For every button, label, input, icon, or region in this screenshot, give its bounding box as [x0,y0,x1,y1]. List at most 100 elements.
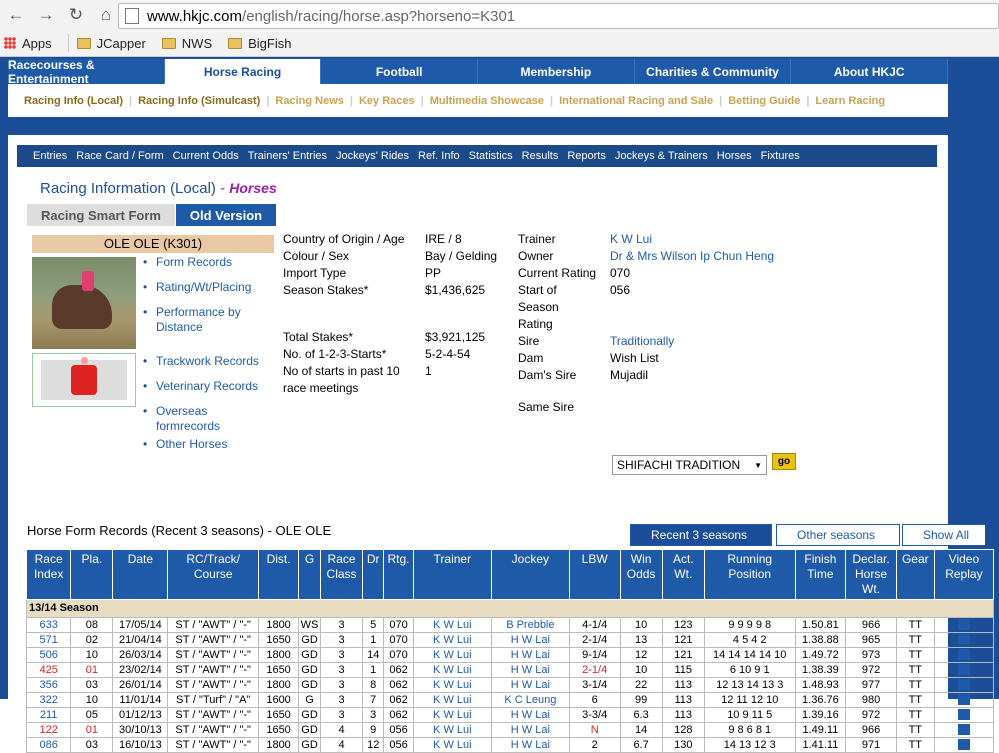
menu-current-odds[interactable]: Current Odds [173,150,239,162]
tab-other-seasons[interactable]: Other seasons [776,524,900,546]
topnav-racecourses[interactable]: Racecourses & Entertainment [8,58,165,86]
subnav-key-races[interactable]: Key Races [353,95,421,107]
table-cell[interactable] [933,692,995,708]
bookmark-nws[interactable]: NWS [161,36,212,51]
bookmark-apps[interactable]: Apps [4,36,52,51]
link-trackwork-records[interactable]: Trackwork Records [143,354,278,369]
menu-reports[interactable]: Reports [567,150,606,162]
subnav-racing-news[interactable]: Racing News [269,95,349,107]
table-cell[interactable]: K W Lui [412,707,492,723]
link-form-records[interactable]: Form Records [143,255,278,270]
menu-results[interactable]: Results [522,150,559,162]
table-cell[interactable]: B Prebble [490,617,570,633]
video-replay-icon[interactable] [957,664,970,676]
table-cell[interactable]: K W Lui [412,662,492,678]
reload-icon[interactable]: ↻ [66,5,86,25]
topnav-about[interactable]: About HKJC [791,59,949,84]
video-replay-icon[interactable] [957,724,970,736]
bookmark-jcapper[interactable]: JCapper [76,36,146,51]
old-version-button[interactable]: Old Version [176,204,276,226]
subnav-international[interactable]: International Racing and Sale [553,95,719,107]
table-cell[interactable]: H W Lai [490,722,570,738]
table-cell[interactable] [933,617,995,633]
owner-link[interactable]: Dr & Mrs Wilson Ip Chun Heng [610,248,774,265]
table-cell[interactable]: H W Lai [490,662,570,678]
link-other-horses[interactable]: Other Horses [143,437,278,452]
video-replay-icon[interactable] [957,694,970,706]
table-cell[interactable] [933,677,995,693]
address-bar[interactable]: www.hkjc.com/english/racing/horse.asp?ho… [118,3,999,29]
form-records-title: Horse Form Records (Recent 3 seasons) - … [27,523,332,538]
video-replay-icon[interactable] [957,649,970,661]
table-cell[interactable]: K W Lui [412,647,492,663]
table-cell: 21/04/14 [112,632,169,648]
table-cell[interactable]: K W Lui [412,677,492,693]
home-icon[interactable]: ⌂ [96,5,116,25]
table-cell[interactable]: H W Lai [490,647,570,663]
same-sire-select[interactable]: SHIFACHI TRADITION [612,455,767,475]
video-replay-icon[interactable] [957,709,970,721]
video-replay-icon[interactable] [957,739,970,751]
trainer-link[interactable]: K W Lui [610,231,652,248]
menu-jockeys-trainers[interactable]: Jockeys & Trainers [615,150,708,162]
go-button[interactable]: go [772,453,796,470]
top-nav: Racecourses & Entertainment Horse Racing… [8,58,949,86]
topnav-membership[interactable]: Membership [478,59,635,84]
menu-entries[interactable]: Entries [33,150,67,162]
menu-horses[interactable]: Horses [717,150,752,162]
link-performance-distance[interactable]: Performance by Distance [143,305,278,335]
table-cell[interactable]: K C Leung [490,692,570,708]
table-cell[interactable]: K W Lui [412,737,492,753]
table-cell[interactable]: 322 [25,692,72,708]
video-replay-icon[interactable] [957,634,970,646]
table-cell[interactable]: 506 [25,647,72,663]
table-cell[interactable]: 425 [25,662,72,678]
table-cell[interactable] [933,737,995,753]
table-cell[interactable]: K W Lui [412,617,492,633]
table-cell[interactable] [933,647,995,663]
menu-ref-info[interactable]: Ref. Info [418,150,460,162]
table-cell[interactable] [933,707,995,723]
table-cell[interactable] [933,632,995,648]
topnav-football[interactable]: Football [321,59,479,84]
bookmark-bigfish[interactable]: BigFish [228,36,291,51]
table-cell[interactable]: K W Lui [412,632,492,648]
topnav-charities[interactable]: Charities & Community [635,59,792,84]
subnav-betting-guide[interactable]: Betting Guide [722,95,806,107]
table-cell[interactable]: 086 [25,737,72,753]
menu-race-card[interactable]: Race Card / Form [76,150,163,162]
table-cell[interactable]: 633 [25,617,72,633]
topnav-horse-racing[interactable]: Horse Racing [164,59,322,84]
link-overseas-formrecords[interactable]: Overseas formrecords [143,404,233,434]
table-cell[interactable] [933,722,995,738]
menu-trainers-entries[interactable]: Trainers' Entries [248,150,327,162]
menu-fixtures[interactable]: Fixtures [761,150,800,162]
racing-smart-form-button[interactable]: Racing Smart Form [27,204,175,226]
subnav-multimedia[interactable]: Multimedia Showcase [424,95,550,107]
table-cell[interactable]: H W Lai [490,677,570,693]
tab-recent-3-seasons[interactable]: Recent 3 seasons [630,524,772,546]
table-cell[interactable]: 571 [25,632,72,648]
table-cell[interactable]: H W Lai [490,707,570,723]
menu-statistics[interactable]: Statistics [469,150,513,162]
subnav-learn-racing[interactable]: Learn Racing [809,95,891,107]
subnav-racing-info-local[interactable]: Racing Info (Local) [18,95,129,107]
menu-jockeys-rides[interactable]: Jockeys' Rides [336,150,409,162]
sire-link[interactable]: Traditionally [610,333,674,350]
link-rating-wt-placing[interactable]: Rating/Wt/Placing [143,280,278,295]
table-cell[interactable]: K W Lui [412,722,492,738]
video-replay-icon[interactable] [957,679,970,691]
table-cell[interactable]: H W Lai [490,737,570,753]
video-replay-icon[interactable] [957,619,970,631]
link-veterinary-records[interactable]: Veterinary Records [143,379,278,394]
table-cell[interactable]: 211 [25,707,72,723]
tab-show-all[interactable]: Show All [902,524,986,546]
table-cell[interactable] [933,662,995,678]
table-cell[interactable]: K W Lui [412,692,492,708]
table-cell[interactable]: H W Lai [490,632,570,648]
subnav-racing-info-simulcast[interactable]: Racing Info (Simulcast) [132,95,266,107]
table-cell[interactable]: 356 [25,677,72,693]
table-cell[interactable]: 122 [25,722,72,738]
back-icon[interactable]: ← [6,5,26,25]
forward-icon[interactable]: → [36,5,56,25]
